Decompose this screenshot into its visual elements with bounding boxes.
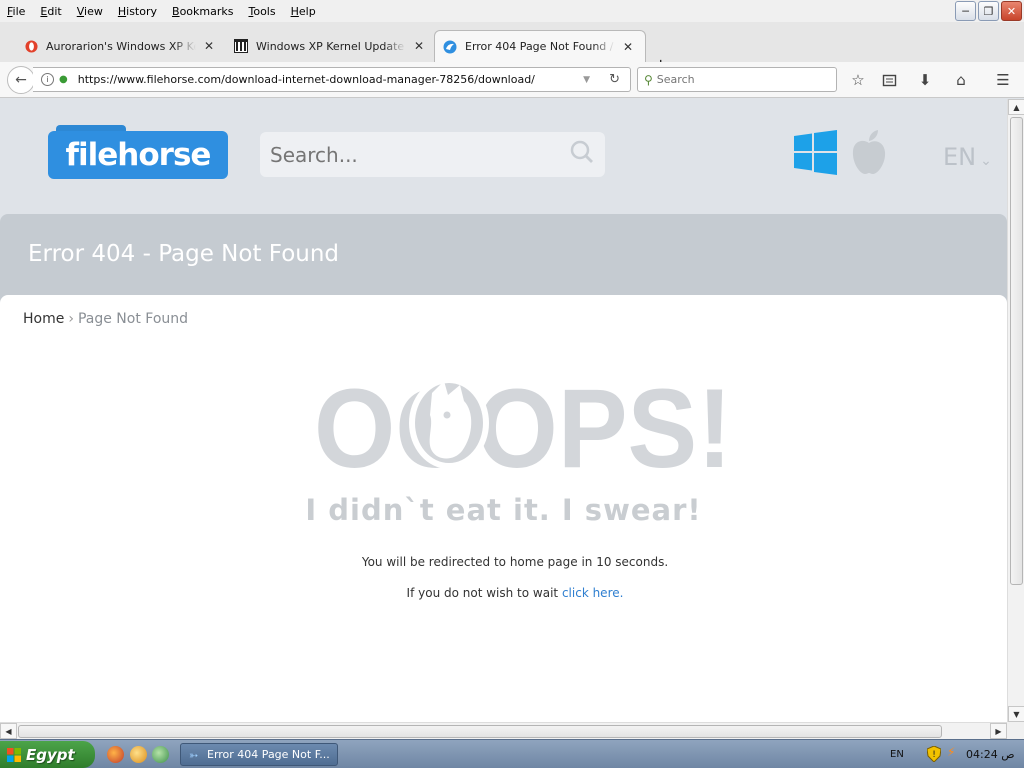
scroll-right-icon[interactable]: ▶ [990,723,1007,739]
info-icon[interactable]: i [41,73,54,86]
horizontal-scrollbar[interactable]: ◀ ▶ [0,722,1007,739]
site-header: filehorse EN⌄ [0,99,1007,214]
tagline: I didn`t eat it. I swear! [305,493,702,527]
home-icon[interactable]: ⌂ [950,69,972,91]
network-quicklaunch-icon[interactable] [152,746,169,763]
menu-bookmarks[interactable]: Bookmarks [165,5,241,18]
menu-file[interactable]: File [0,5,33,18]
page-viewport: filehorse EN⌄ Error 404 - Page Not Found… [0,99,1007,722]
windows-logo-icon[interactable] [794,130,838,176]
scrollbar-corner [1007,722,1024,739]
close-tab-icon[interactable]: ✕ [621,40,635,54]
breadcrumb-home-link[interactable]: Home [23,311,64,327]
search-engine-icon[interactable]: ⚲ [644,73,653,87]
chevron-down-icon: ⌄ [980,153,992,169]
restore-button[interactable]: ❐ [978,1,999,21]
filehorse-icon: ➳ [189,748,199,762]
main-content: Home › Page Not Found OOOPS! I didn`t eat … [0,295,1007,722]
menu-bar: File Edit View History Bookmarks Tools H… [0,0,1024,22]
menu-help[interactable]: Help [284,5,324,18]
filehorse-logo[interactable]: filehorse [48,125,228,179]
apple-logo-icon[interactable] [850,130,888,176]
redirect-message: You will be redirected to home page in 1… [361,555,669,569]
search-icon[interactable] [569,139,595,165]
address-bar[interactable]: i ● https://www.filehorse.com/download-i… [33,67,631,92]
start-label: Egypt [26,745,75,764]
page-title: Error 404 - Page Not Found [28,241,340,267]
window-controls: ─ ❐ ✕ [955,1,1022,21]
oops-text: OOOPS! [314,375,732,475]
close-tab-icon[interactable]: ✕ [202,39,216,53]
menu-edit[interactable]: Edit [33,5,69,18]
filehorse-icon [443,40,457,54]
tab-title: Error 404 Page Not Found / File [465,40,615,53]
browser-search-box[interactable]: ⚲ [637,67,837,92]
menu-view[interactable]: View [70,5,111,18]
tab-title: Aurorarion's Windows XP Kernel [46,39,196,53]
url-text[interactable]: https://www.filehorse.com/download-inter… [78,73,535,86]
back-button[interactable]: ← [7,66,35,94]
tab-aurorarion[interactable]: Aurorarion's Windows XP Kernel ✕ [16,30,228,62]
restore-icon: ❐ [983,4,994,18]
breadcrumb: Home › Page Not Found [23,311,188,327]
scroll-left-icon[interactable]: ◀ [0,723,17,739]
close-icon: ✕ [1006,4,1017,18]
clock[interactable]: 04:24 ص [966,748,1015,761]
reading-list-icon[interactable] [878,69,900,91]
minimize-button[interactable]: ─ [955,1,976,21]
breadcrumb-current: Page Not Found [77,311,189,327]
system-tray: EN ! ⚡ 04:24 ص [883,740,1024,768]
click-here-link[interactable]: click here. [562,586,623,600]
minimize-icon: ─ [962,4,969,18]
taskbar-window-title: Error 404 Page Not F... [207,748,330,761]
media-quicklaunch-icon[interactable] [130,746,147,763]
tray-language[interactable]: EN [890,749,904,760]
tab-title: Windows XP Kernel Update : Fr [256,39,406,53]
close-tab-icon[interactable]: ✕ [412,39,426,53]
back-arrow-icon: ← [15,72,27,88]
opera-icon [24,39,38,53]
oops-illustration: OOOPS! [314,375,732,475]
horse-head-icon [409,377,489,469]
wait-message: If you do not wish to wait [406,586,559,600]
vertical-scrollbar[interactable]: ▲ ▼ [1007,99,1024,722]
language-selector[interactable]: EN ⌄ [943,143,992,171]
svg-text:!: ! [932,750,936,760]
tab-error-404[interactable]: Error 404 Page Not Found / File ✕ [434,30,646,62]
site-search-input[interactable] [270,142,560,167]
browser-search-input[interactable] [656,73,817,86]
logo-text: filehorse [48,131,228,179]
lock-icon: ● [59,74,68,85]
scroll-down-icon[interactable]: ▼ [1008,706,1024,722]
start-button[interactable]: Egypt [0,741,95,768]
download-icon[interactable]: ⬇ [914,69,936,91]
scroll-up-icon[interactable]: ▲ [1008,99,1024,115]
wait-message-line: If you do not wish to wait click here. [0,586,1007,600]
navigation-bar: ← i ● https://www.filehorse.com/download… [0,62,1024,98]
security-shield-icon[interactable]: ! [927,746,941,762]
tab-strip: Aurorarion's Windows XP Kernel ✕ Windows… [0,22,1024,74]
menu-history[interactable]: History [111,5,165,18]
vertical-scroll-thumb[interactable] [1010,117,1023,585]
error-header-band: Error 404 - Page Not Found [0,214,1007,304]
tab-windows-xp-kernel-update[interactable]: Windows XP Kernel Update : Fr ✕ [226,30,436,62]
chevron-right-icon: › [68,311,74,327]
firefox-quicklaunch-icon[interactable] [107,746,124,763]
taskbar-window-button[interactable]: ➳ Error 404 Page Not F... [180,743,338,766]
site-search-box[interactable] [260,132,605,177]
hamburger-menu-icon[interactable]: ☰ [992,69,1014,91]
power-icon[interactable]: ⚡ [947,745,955,759]
bookmark-star-icon[interactable]: ☆ [847,69,869,91]
dropdown-arrow-icon[interactable]: ▼ [583,75,590,85]
language-label: EN [943,143,977,171]
close-window-button[interactable]: ✕ [1001,1,1022,21]
taskbar: Egypt ➳ Error 404 Page Not F... EN ! ⚡ 0… [0,739,1024,768]
horizontal-scroll-thumb[interactable] [18,725,942,738]
archive-icon [234,39,248,53]
windows-flag-icon [7,747,21,762]
reload-icon[interactable]: ↻ [609,72,620,87]
menu-tools[interactable]: Tools [241,5,283,18]
